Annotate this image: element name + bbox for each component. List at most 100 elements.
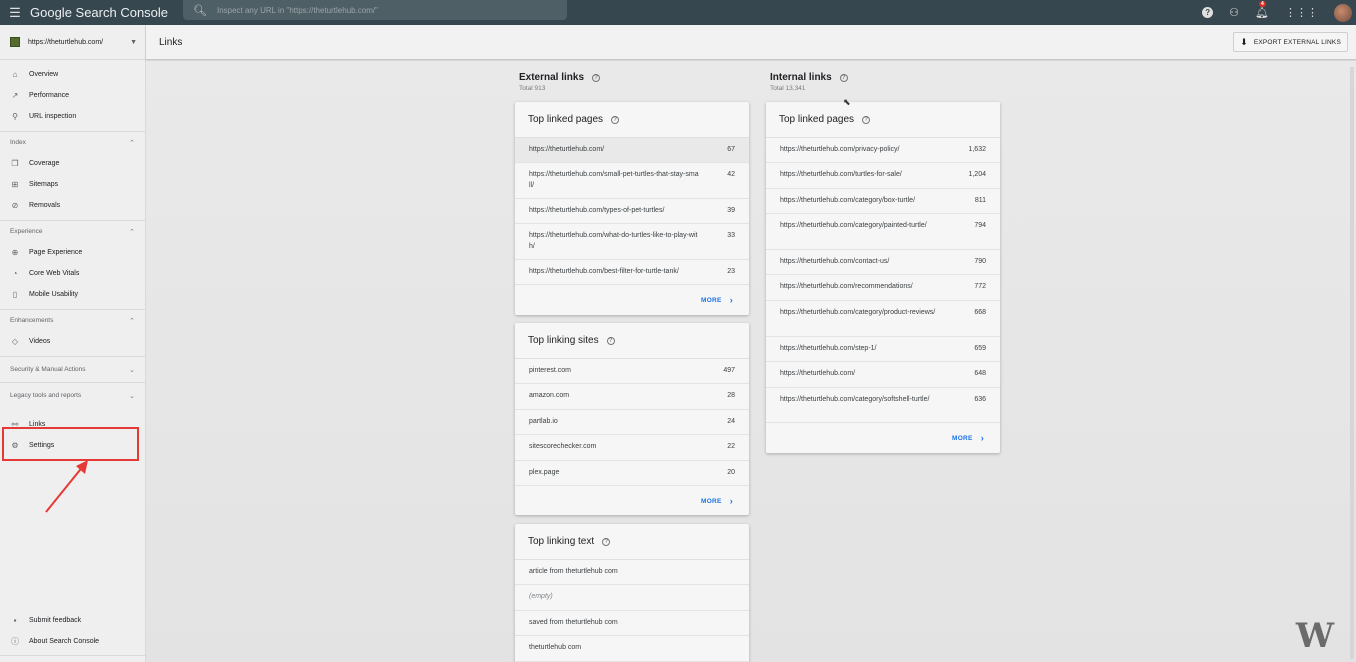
sidebar-item-label: Mobile Usability <box>29 291 79 298</box>
sidebar-item-label: Coverage <box>29 160 60 167</box>
table-row[interactable]: pinterest.com 497 <box>515 359 749 384</box>
internal-links-heading: Internal links? Total 13,341 <box>770 72 848 92</box>
sidebar-item-page-experience[interactable]: ⊕ Page Experience <box>0 242 145 263</box>
row-label: plex.page <box>529 469 560 476</box>
url-inspection-search[interactable]: 🔍︎ <box>183 0 567 20</box>
property-url: https://theturtlehub.com/ <box>28 38 104 46</box>
sidebar-item-label: Sitemaps <box>29 181 59 188</box>
avatar[interactable] <box>1334 3 1352 22</box>
page-title: Links <box>159 36 183 48</box>
search-input[interactable] <box>216 5 547 15</box>
property-selector[interactable]: https://theturtlehub.com/ ▼ <box>0 25 145 60</box>
table-row[interactable]: https://theturtlehub.com/contact-us/790 <box>766 250 1000 275</box>
help-icon[interactable]: ? <box>611 115 620 124</box>
sidebar-item-performance[interactable]: ↗ Performance <box>0 85 145 106</box>
row-label: https://theturtlehub.com/privacy-policy/ <box>780 146 900 153</box>
table-row[interactable]: amazon.com 28 <box>515 384 749 410</box>
sidebar-item-mobile-usability[interactable]: ▯ Mobile Usability <box>0 284 145 305</box>
table-row[interactable]: https://theturtlehub.com/step-1/659 <box>766 337 1000 362</box>
more-label: MORE <box>700 296 722 304</box>
help-icon[interactable]: ? <box>592 73 601 82</box>
sidebar-item-core-web-vitals[interactable]: ◔ Core Web Vitals <box>0 263 145 284</box>
table-row[interactable]: https://theturtlehub.com/category/softsh… <box>766 388 1000 423</box>
section-label: Index <box>10 139 26 146</box>
watermark-logo: W <box>1295 616 1334 656</box>
scrollbar[interactable] <box>1350 67 1354 659</box>
more-label: MORE <box>951 434 973 442</box>
row-label: https://theturtlehub.com/best-filter-for… <box>529 268 679 275</box>
table-row[interactable]: https://theturtlehub.com/category/box-tu… <box>766 189 1000 214</box>
home-icon: ⌂ <box>12 70 18 79</box>
table-row[interactable]: https://theturtlehub.com/67 <box>515 138 749 163</box>
table-row[interactable]: https://theturtlehub.com/best-filter-for… <box>515 260 749 285</box>
row-label: saved from theturtlehub com <box>529 619 618 626</box>
eye-off-icon: ⊘ <box>11 201 19 210</box>
sidebar-item-sitemaps[interactable]: ⊞ Sitemaps <box>0 174 145 195</box>
chevron-down-icon: ⌄ <box>129 366 135 374</box>
card-title-text: Top linked pages <box>528 114 604 125</box>
table-row[interactable]: partlab.io 24 <box>515 410 749 435</box>
table-row[interactable]: (empty) <box>515 585 749 611</box>
notifications-icon[interactable]: 🔔︎ 4 <box>1255 1 1269 19</box>
property-favicon <box>10 37 20 47</box>
sidebar-item-url-inspection[interactable]: ⚲ URL inspection <box>0 106 145 127</box>
section-legacy-tools[interactable]: Legacy tools and reports ⌄ <box>0 382 145 408</box>
table-row[interactable]: https://theturtlehub.com/types-of-pet-tu… <box>515 199 749 224</box>
table-row[interactable]: https://theturtlehub.com/what-do-turtles… <box>515 224 749 260</box>
row-label: article from theturtlehub com <box>529 568 618 575</box>
table-row[interactable]: plex.page 20 <box>515 461 749 486</box>
table-row[interactable]: sitescorechecker.com 22 <box>515 435 749 461</box>
sidebar-item-removals[interactable]: ⊘ Removals <box>0 195 145 216</box>
table-row[interactable]: article from theturtlehub com <box>515 560 749 585</box>
row-label: (empty) <box>529 593 553 600</box>
sidebar-item-videos[interactable]: ◇ Videos <box>0 331 145 352</box>
table-row[interactable]: https://theturtlehub.com/648 <box>766 362 1000 388</box>
help-icon[interactable]: ? <box>1202 7 1214 18</box>
row-label: https://theturtlehub.com/small-pet-turtl… <box>529 171 699 189</box>
more-button[interactable]: MORE › <box>766 423 1000 453</box>
section-experience[interactable]: Experience ⌃ <box>0 220 145 242</box>
table-row[interactable]: https://theturtlehub.com/recommendations… <box>766 275 1000 301</box>
table-row[interactable]: https://theturtlehub.com/category/painte… <box>766 214 1000 250</box>
export-external-links-button[interactable]: ⬇ EXPORT EXTERNAL LINKS <box>1233 32 1348 52</box>
card-title: Top linking text? <box>515 524 749 560</box>
section-security[interactable]: Security & Manual Actions ⌄ <box>0 356 145 382</box>
external-links-heading: External links? Total 913 <box>519 72 601 92</box>
section-index[interactable]: Index ⌃ <box>0 131 145 153</box>
row-label: https://theturtlehub.com/category/painte… <box>780 222 927 229</box>
external-top-linked-pages-card: Top linked pages? https://theturtlehub.c… <box>515 102 749 315</box>
section-enhancements[interactable]: Enhancements ⌃ <box>0 309 145 331</box>
more-label: MORE <box>700 497 722 505</box>
links-highlight-box <box>2 427 139 461</box>
apps-grid-icon[interactable]: ⋮⋮⋮ <box>1285 6 1318 19</box>
help-icon[interactable]: ? <box>606 336 615 345</box>
table-row[interactable]: https://theturtlehub.com/turtles-for-sal… <box>766 163 1000 189</box>
speed-icon: ◔ <box>12 269 18 278</box>
row-value: 811 <box>974 197 986 204</box>
sidebar-item-label: Performance <box>29 92 70 99</box>
app-logo[interactable]: Google Search Console <box>30 5 182 20</box>
help-icon[interactable]: ? <box>839 73 848 82</box>
table-row[interactable]: https://theturtlehub.com/small-pet-turtl… <box>515 163 749 199</box>
section-label: Experience <box>10 228 43 235</box>
row-value: 794 <box>974 222 986 229</box>
help-icon[interactable]: ? <box>862 115 871 124</box>
sidebar-item-label: Submit feedback <box>29 617 82 624</box>
manage-users-icon[interactable]: ⚇ <box>1229 6 1239 19</box>
info-icon: ⓘ <box>11 637 19 646</box>
menu-icon[interactable]: ☰ <box>0 0 30 25</box>
mouse-cursor-icon: ⬉ <box>843 97 851 107</box>
row-value: 648 <box>974 370 986 377</box>
more-button[interactable]: MORE › <box>515 285 749 315</box>
sidebar-item-about[interactable]: ⓘ About Search Console <box>0 631 146 652</box>
table-row[interactable]: theturtlehub com <box>515 636 749 662</box>
sidebar-item-coverage[interactable]: ❐ Coverage <box>0 153 145 174</box>
help-icon[interactable]: ? <box>602 537 611 546</box>
sidebar-item-overview[interactable]: ⌂ Overview <box>0 64 145 85</box>
sidebar: https://theturtlehub.com/ ▼ ⌂ Overview ↗… <box>0 25 146 662</box>
sidebar-item-submit-feedback[interactable]: ▪ Submit feedback <box>0 610 146 631</box>
more-button[interactable]: MORE › <box>515 486 749 516</box>
table-row[interactable]: https://theturtlehub.com/privacy-policy/… <box>766 138 1000 163</box>
table-row[interactable]: saved from theturtlehub com <box>515 611 749 636</box>
table-row[interactable]: https://theturtlehub.com/category/produc… <box>766 301 1000 337</box>
